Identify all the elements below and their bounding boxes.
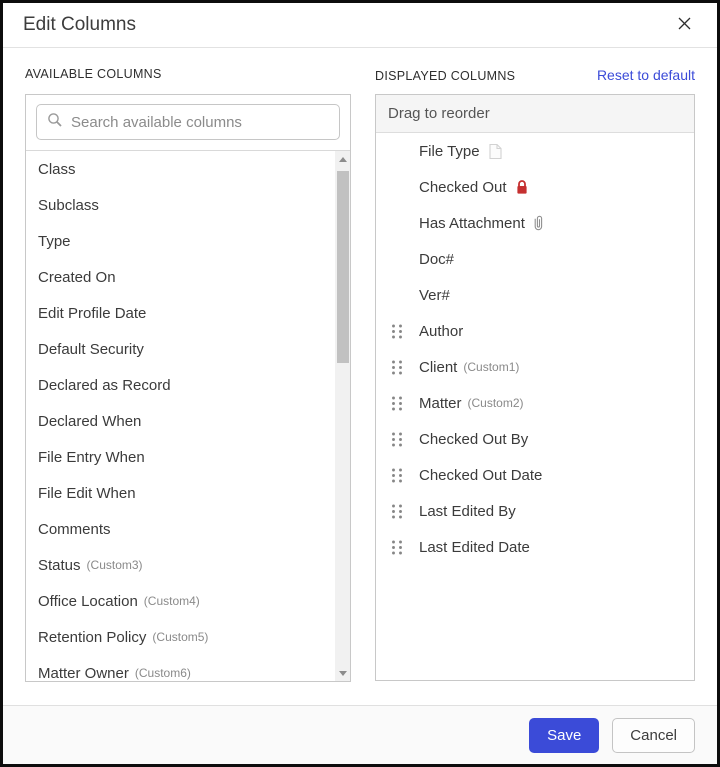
list-item[interactable]: Edit Profile Date: [26, 295, 335, 331]
drag-to-reorder-header: Drag to reorder: [376, 95, 694, 133]
custom-field-tag: (Custom5): [152, 630, 208, 644]
column-name: Default Security: [38, 341, 144, 358]
list-item[interactable]: File Entry When: [26, 439, 335, 475]
custom-field-tag: (Custom6): [135, 666, 191, 680]
list-item[interactable]: Declared as Record: [26, 367, 335, 403]
search-input[interactable]: [71, 114, 329, 131]
list-item: Has Attachment: [376, 205, 694, 241]
column-name: Last Edited By: [419, 503, 516, 520]
list-item[interactable]: Type: [26, 223, 335, 259]
lock-icon: [515, 179, 529, 195]
column-name: Class: [38, 161, 76, 178]
paperclip-icon: [533, 215, 544, 232]
list-item[interactable]: Checked Out Date: [376, 457, 694, 493]
list-item: Doc#: [376, 241, 694, 277]
displayed-list: File Type Checked Out Has Attachment Doc# Ve…: [376, 133, 694, 565]
column-name: Checked Out By: [419, 431, 528, 448]
list-item: Ver#: [376, 277, 694, 313]
save-button[interactable]: Save: [529, 718, 599, 753]
drag-handle-icon[interactable]: [391, 360, 403, 375]
custom-field-tag: (Custom1): [463, 360, 519, 374]
custom-field-tag: (Custom3): [87, 558, 143, 572]
drag-handle-icon[interactable]: [391, 432, 403, 447]
displayed-columns-panel: Drag to reorder File Type Checked Out Has …: [375, 94, 695, 681]
column-name: Office Location: [38, 593, 138, 610]
column-name: File Entry When: [38, 449, 145, 466]
scrollbar[interactable]: [335, 151, 350, 681]
list-item[interactable]: File Edit When: [26, 475, 335, 511]
dialog-body: AVAILABLE COLUMNS Class Subclass Type Creat…: [3, 48, 717, 705]
column-name: Edit Profile Date: [38, 305, 146, 322]
dialog-footer: Save Cancel: [3, 705, 717, 764]
document-icon: [488, 143, 503, 160]
cancel-button[interactable]: Cancel: [612, 718, 695, 753]
list-item[interactable]: Matter (Custom2): [376, 385, 694, 421]
custom-field-tag: (Custom4): [144, 594, 200, 608]
column-name: Ver#: [419, 287, 450, 304]
column-name: Matter Owner: [38, 665, 129, 682]
available-columns-section: AVAILABLE COLUMNS Class Subclass Type Creat…: [25, 67, 351, 682]
drag-handle-icon[interactable]: [391, 468, 403, 483]
scrollbar-up-icon[interactable]: [335, 151, 350, 167]
column-name: File Edit When: [38, 485, 136, 502]
list-item[interactable]: Comments: [26, 511, 335, 547]
scrollbar-down-icon[interactable]: [335, 665, 350, 681]
list-item[interactable]: Class: [26, 151, 335, 187]
drag-handle-icon[interactable]: [391, 396, 403, 411]
list-item[interactable]: Checked Out By: [376, 421, 694, 457]
search-icon: [47, 112, 63, 133]
column-name: Checked Out: [419, 179, 507, 196]
custom-field-tag: (Custom2): [468, 396, 524, 410]
column-name: Declared When: [38, 413, 141, 430]
close-button[interactable]: [671, 12, 697, 38]
displayed-columns-section: DISPLAYED COLUMNS Reset to default Drag …: [375, 67, 695, 682]
column-name: Matter: [419, 395, 462, 412]
column-name: Retention Policy: [38, 629, 146, 646]
drag-handle-icon[interactable]: [391, 540, 403, 555]
list-item[interactable]: Last Edited By: [376, 493, 694, 529]
list-item[interactable]: Office Location (Custom4): [26, 583, 335, 619]
column-name: Subclass: [38, 197, 99, 214]
available-list-area: Class Subclass Type Created On Edit Profile …: [26, 150, 350, 681]
list-item[interactable]: Default Security: [26, 331, 335, 367]
close-icon: [677, 16, 692, 34]
list-item: File Type: [376, 133, 694, 169]
column-name: Author: [419, 323, 463, 340]
column-name: Type: [38, 233, 71, 250]
column-name: Client: [419, 359, 457, 376]
column-name: Status: [38, 557, 81, 574]
list-item[interactable]: Subclass: [26, 187, 335, 223]
reset-to-default-link[interactable]: Reset to default: [597, 67, 695, 83]
column-name: Last Edited Date: [419, 539, 530, 556]
column-name: Created On: [38, 269, 116, 286]
column-name: Checked Out Date: [419, 467, 542, 484]
dialog-header: Edit Columns: [3, 3, 717, 48]
page-title: Edit Columns: [23, 14, 136, 36]
list-item[interactable]: Declared When: [26, 403, 335, 439]
list-item[interactable]: Last Edited Date: [376, 529, 694, 565]
column-name: Comments: [38, 521, 111, 538]
list-item[interactable]: Client (Custom1): [376, 349, 694, 385]
drag-handle-icon[interactable]: [391, 504, 403, 519]
search-box: [36, 104, 340, 140]
list-item[interactable]: Status (Custom3): [26, 547, 335, 583]
list-item: Checked Out: [376, 169, 694, 205]
scrollbar-thumb[interactable]: [337, 171, 349, 363]
column-name: Declared as Record: [38, 377, 171, 394]
list-item[interactable]: Created On: [26, 259, 335, 295]
column-name: Has Attachment: [419, 215, 525, 232]
available-columns-label: AVAILABLE COLUMNS: [25, 67, 162, 81]
displayed-columns-label: DISPLAYED COLUMNS: [375, 69, 515, 83]
edit-columns-dialog: Edit Columns AVAILABLE COLUMNS: [0, 0, 720, 767]
column-name: Doc#: [419, 251, 454, 268]
available-columns-panel: Class Subclass Type Created On Edit Profile …: [25, 94, 351, 682]
list-item[interactable]: Matter Owner (Custom6): [26, 655, 335, 681]
list-item[interactable]: Retention Policy (Custom5): [26, 619, 335, 655]
drag-handle-icon[interactable]: [391, 324, 403, 339]
available-list: Class Subclass Type Created On Edit Profile …: [26, 151, 350, 681]
list-item[interactable]: Author: [376, 313, 694, 349]
column-name: File Type: [419, 143, 480, 160]
